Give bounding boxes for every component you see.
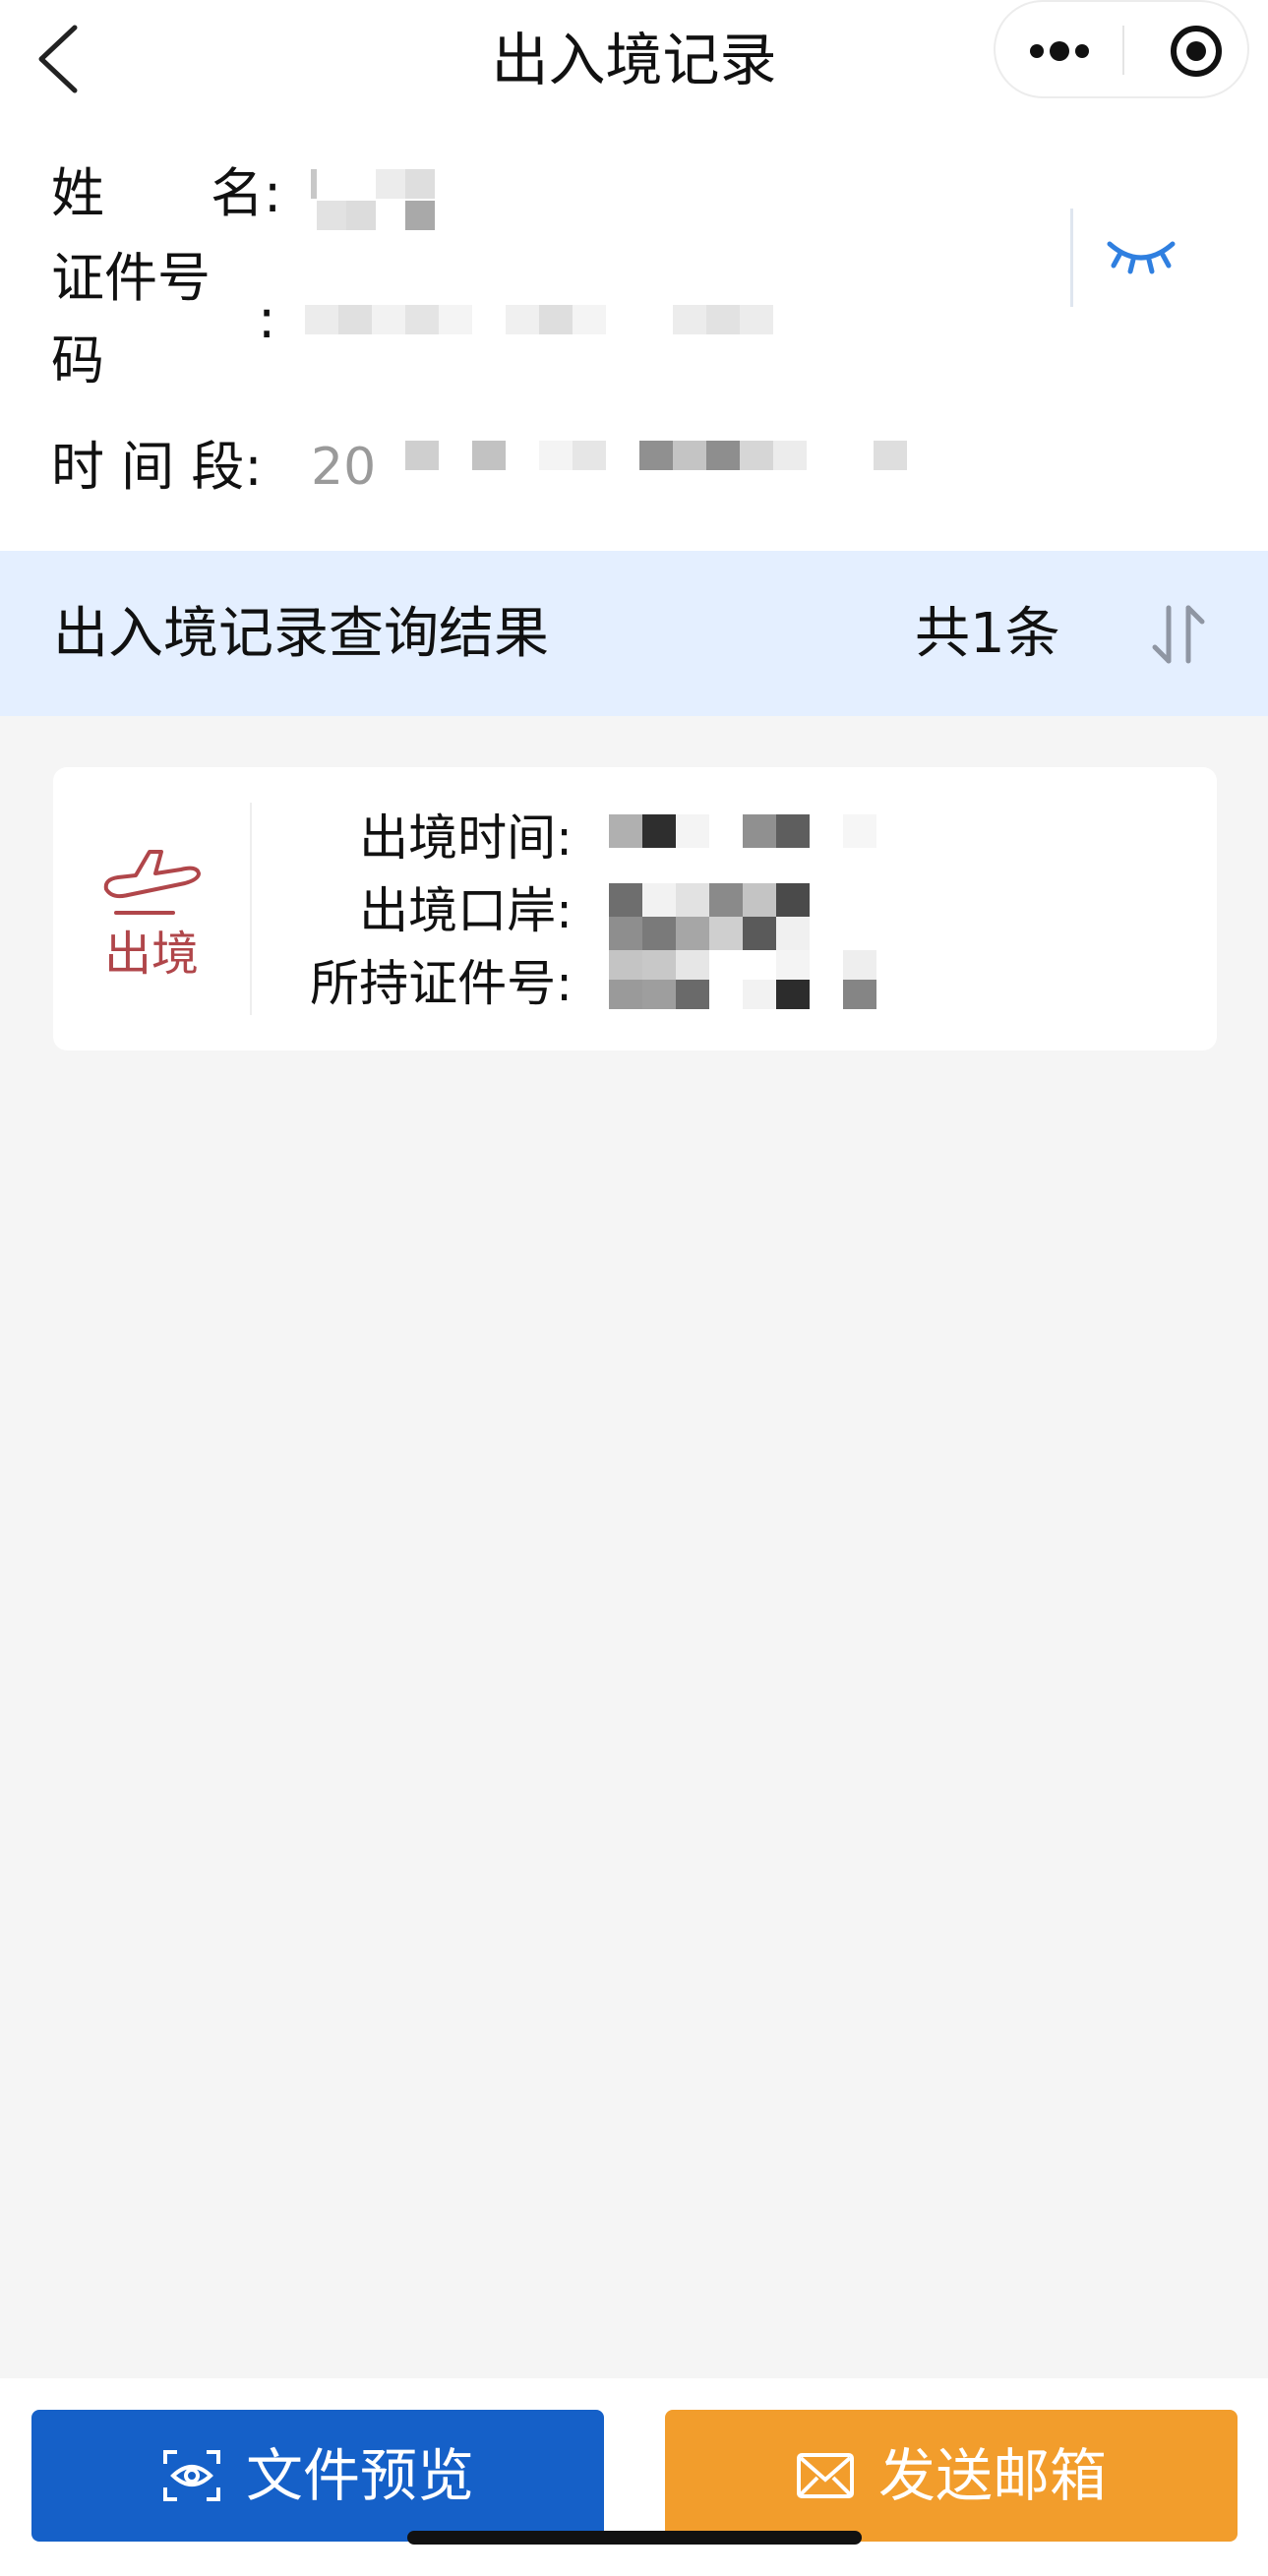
result-count: 共1条 [915, 602, 1060, 666]
name-label: 姓 名: [51, 162, 282, 224]
id-number-label-line1: 证件号 [51, 247, 211, 309]
sort-arrows-icon [1152, 605, 1205, 664]
card-divider [250, 803, 252, 1015]
departure-time-label: 出境时间: [359, 809, 573, 867]
send-email-label: 发送邮箱 [877, 2442, 1107, 2509]
time-range-prefix: 20 [311, 438, 377, 497]
result-header: 出入境记录查询结果 共1条 [0, 551, 1268, 716]
nav-bar: 出入境记录 [0, 0, 1268, 123]
preview-scan-icon [162, 2450, 220, 2501]
file-preview-button[interactable]: 文件预览 [31, 2410, 604, 2542]
departure-port-value-redacted [609, 883, 815, 950]
record-card[interactable]: 出境 出境时间: 出境口岸: 所持证件号: [53, 767, 1217, 1050]
send-email-button[interactable]: 发送邮箱 [665, 2410, 1238, 2542]
home-indicator[interactable] [407, 2531, 862, 2545]
more-dots-icon [1030, 41, 1089, 61]
eye-closed-icon [1107, 241, 1176, 274]
time-range-label: 时 间 段: [51, 436, 263, 498]
airplane-departure-icon [103, 850, 201, 915]
certificate-number-value-redacted [609, 950, 914, 1009]
result-title: 出入境记录查询结果 [53, 602, 549, 666]
file-preview-button-content: 文件预览 [31, 2410, 604, 2542]
record-direction: 出境 [103, 927, 199, 982]
mail-icon [796, 2453, 854, 2498]
time-range-value-redacted [405, 441, 956, 470]
toggle-visibility-button[interactable] [1102, 226, 1180, 285]
mini-program-capsule [994, 0, 1249, 98]
send-email-button-content: 发送邮箱 [665, 2410, 1238, 2542]
departure-time-value-redacted [609, 814, 884, 848]
eye-divider [1070, 209, 1073, 307]
sort-button[interactable] [1141, 590, 1220, 679]
certificate-number-label: 所持证件号: [310, 955, 573, 1012]
departure-badge [98, 844, 207, 923]
file-preview-label: 文件预览 [245, 2442, 474, 2509]
target-icon [1171, 26, 1222, 77]
id-number-label-line2: 码 [51, 329, 104, 391]
name-value-redacted [311, 169, 439, 230]
more-button[interactable] [996, 2, 1123, 96]
id-number-label-colon: : [258, 288, 276, 350]
close-mini-program-button[interactable] [1123, 2, 1249, 96]
top-section: 出入境记录 姓 名: 证件号 码: 时 间 段: 20 [0, 0, 1268, 551]
departure-port-label: 出境口岸: [359, 882, 573, 939]
id-number-value-redacted [305, 305, 777, 334]
bottom-action-bar: 文件预览 发送邮箱 [0, 2378, 1268, 2576]
